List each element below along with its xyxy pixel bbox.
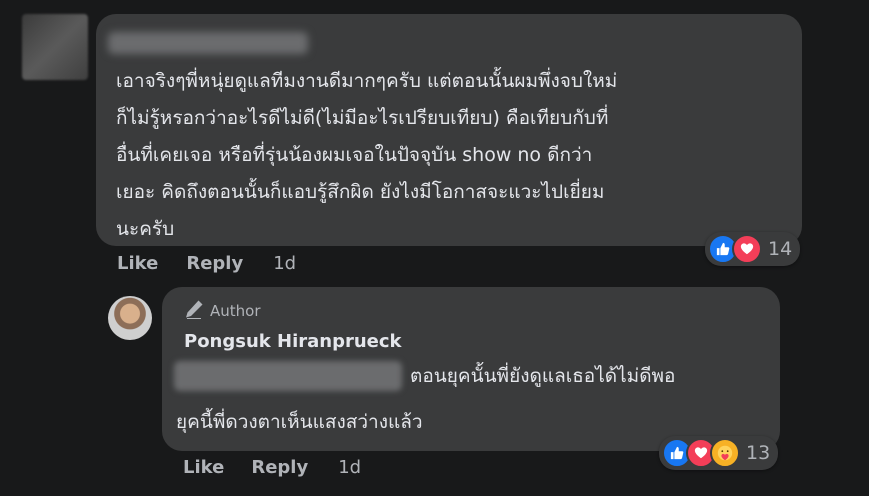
author-avatar[interactable] bbox=[108, 296, 152, 340]
comment-line: นะครับ bbox=[116, 218, 175, 240]
reply-reactions[interactable]: 13 bbox=[659, 436, 779, 470]
reply-button[interactable]: Reply bbox=[186, 253, 243, 274]
like-button[interactable]: Like bbox=[117, 253, 158, 274]
commenter-avatar[interactable] bbox=[22, 14, 88, 80]
comment-line: เอาจริงๆพี่หนุ่ยดูแลทีมงานดีมากๆครับ แต่… bbox=[116, 70, 618, 92]
reply-actions: Like Reply 1d bbox=[183, 457, 361, 478]
like-button[interactable]: Like bbox=[183, 457, 224, 478]
author-name[interactable]: Pongsuk Hiranprueck bbox=[184, 331, 402, 352]
reply-button[interactable]: Reply bbox=[251, 457, 308, 478]
comment-line: ก็ไม่รู้หรอกว่าอะไรดีไม่ดี(ไม่มีอะไรเปรี… bbox=[116, 107, 609, 129]
timestamp[interactable]: 1d bbox=[338, 457, 361, 478]
reaction-count: 14 bbox=[768, 238, 793, 260]
comment-reactions[interactable]: 14 bbox=[705, 232, 801, 266]
author-badge-label: Author bbox=[210, 302, 261, 320]
comment-actions: Like Reply 1d bbox=[117, 253, 296, 274]
reply-line: ตอนยุคนั้นพี่ยังดูแลเธอได้ไม่ดีพอ bbox=[410, 365, 676, 387]
comment-line: อื่นที่เคยเจอ หรือที่รุ่นน้องผมเจอในปัจจ… bbox=[116, 144, 593, 166]
author-badge: Author bbox=[184, 300, 261, 322]
reaction-count: 13 bbox=[746, 442, 771, 464]
reply-line: ยุคนี้พี่ดวงตาเห็นแสงสว่างแล้ว bbox=[176, 411, 423, 433]
commenter-name-redacted[interactable] bbox=[108, 32, 308, 54]
pen-icon bbox=[184, 299, 204, 323]
care-icon bbox=[710, 438, 740, 468]
comment-text: เอาจริงๆพี่หนุ่ยดูแลทีมงานดีมากๆครับ แต่… bbox=[116, 63, 786, 248]
love-icon bbox=[732, 234, 762, 264]
mention-redacted[interactable] bbox=[174, 361, 402, 391]
timestamp[interactable]: 1d bbox=[273, 253, 296, 274]
comment-line: เยอะ คิดถึงตอนนั้นก็แอบรู้สึกผิด ยังไงมี… bbox=[116, 181, 605, 203]
